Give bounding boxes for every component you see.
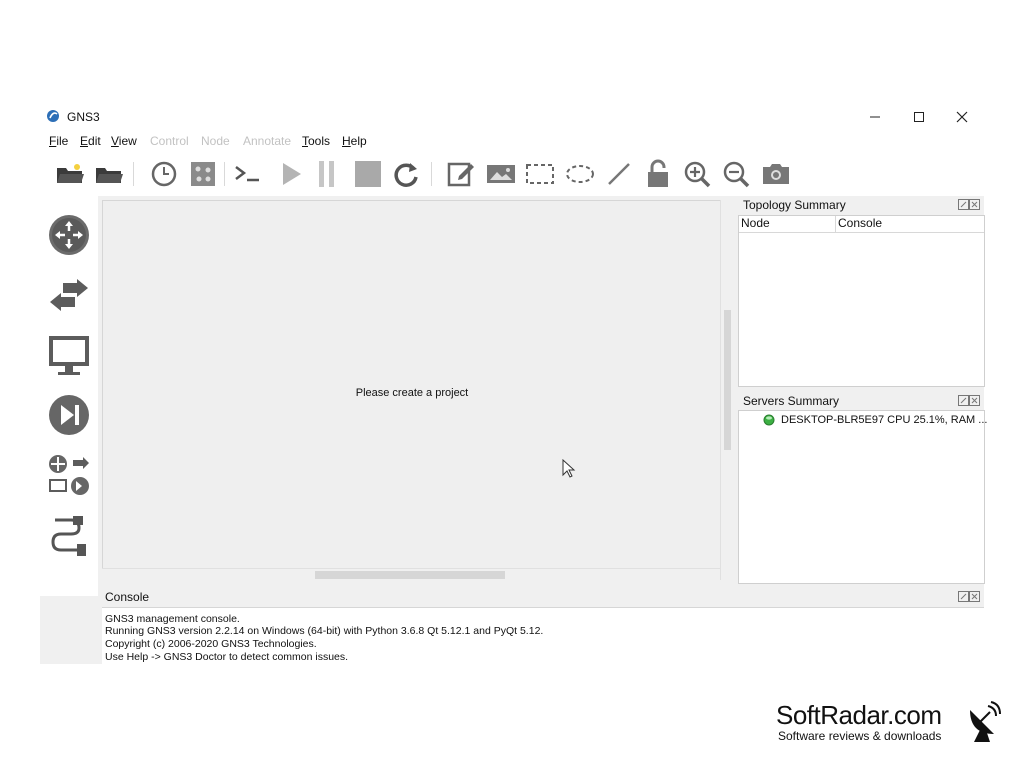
menu-help[interactable]: Help [342,134,367,148]
gns3-window: GNS3 File Edit View Control Node Annotat… [40,104,987,665]
draw-ellipse-button[interactable] [565,160,595,188]
suspend-all-button[interactable] [312,160,342,188]
column-node[interactable]: Node [739,216,836,232]
watermark-brand: SoftRadar.com [776,700,942,730]
all-devices-icon [49,455,89,495]
browse-end-devices-button[interactable] [46,332,92,378]
minimize-icon [870,116,880,118]
zoom-in-icon [684,161,711,188]
browse-routers-button[interactable] [46,212,92,258]
watermark: SoftRadar.com Software reviews & downloa… [776,700,942,743]
mouse-cursor-icon [562,459,576,478]
stop-icon [355,161,381,187]
minimize-button[interactable] [853,104,897,130]
menu-control[interactable]: Control [150,134,189,148]
console-all-button[interactable] [233,160,263,188]
satellite-dish-icon [970,701,1001,742]
open-folder-icon [57,164,84,183]
window-title: GNS3 [67,110,100,124]
server-row[interactable]: DESKTOP-BLR5E97 CPU 25.1%, RAM ... [763,413,987,429]
toolbar [40,152,984,196]
draw-rectangle-icon [526,164,554,184]
menu-view[interactable]: View [111,134,137,148]
draw-line-button[interactable] [604,160,634,188]
servers-summary-panel: DESKTOP-BLR5E97 CPU 25.1%, RAM ... [738,410,987,584]
workspace-canvas[interactable]: Please create a project [102,200,722,576]
maximize-button[interactable] [897,104,941,130]
console-line: GNS3 management console. [105,613,240,625]
console-dock-controls[interactable] [958,591,980,603]
menu-edit[interactable]: Edit [80,134,101,148]
vertical-scroll-thumb[interactable] [724,310,731,450]
column-console[interactable]: Console [836,216,984,232]
browse-security-devices-button[interactable] [46,392,92,438]
close-button[interactable] [940,104,984,130]
title-bar: GNS3 [40,104,984,130]
close-icon [956,111,968,123]
menu-tools[interactable]: Tools [302,134,330,148]
topology-grid-icon [191,162,215,186]
pause-icon [319,161,334,187]
insert-image-icon [487,165,515,183]
zoom-out-button[interactable] [721,160,751,188]
start-all-button[interactable] [276,160,306,188]
servers-dock-controls[interactable] [958,395,980,407]
zoom-out-icon [723,161,750,188]
console-icon [235,166,259,182]
topology-summary-title: Topology Summary [743,198,846,212]
horizontal-scroll-thumb[interactable] [315,571,505,579]
menu-annotate[interactable]: Annotate [243,134,291,148]
stop-all-button[interactable] [353,160,383,188]
console-output[interactable]: GNS3 management console. Running GNS3 ve… [102,607,984,665]
security-device-icon [49,395,89,435]
screenshot-icon [763,164,789,184]
snapshot-clock-icon [151,161,177,187]
snapshot-button[interactable] [149,160,179,188]
watermark-tagline: Software reviews & downloads [778,729,942,743]
draw-ellipse-icon [566,165,594,183]
console-line: Use Help -> GNS3 Doctor to detect common… [105,651,349,663]
switch-icon [50,279,88,311]
maximize-icon [914,112,924,122]
add-note-button[interactable] [446,160,476,188]
end-device-icon [49,336,89,375]
console-line: Running GNS3 version 2.2.14 on Windows (… [105,625,544,637]
open-project-icon [96,168,123,183]
menu-file[interactable]: File [49,134,68,148]
insert-image-button[interactable] [486,160,516,188]
new-project-button[interactable] [55,160,85,188]
browse-all-devices-button[interactable] [46,452,92,498]
reload-all-button[interactable] [391,160,421,188]
lock-icon [648,159,668,187]
server-status-icon [763,414,775,426]
lock-items-button[interactable] [643,159,673,188]
device-toolbar [40,196,98,596]
open-project-button[interactable] [94,160,124,188]
gns3-logo-icon [47,110,59,122]
draw-line-icon [608,163,630,185]
add-link-icon [51,516,86,556]
servers-summary-title: Servers Summary [743,394,840,408]
menu-node[interactable]: Node [201,134,230,148]
zoom-in-button[interactable] [682,160,712,188]
topology-summary-panel: Node Console [738,215,985,387]
add-link-button[interactable] [46,514,92,560]
draw-rectangle-button[interactable] [525,160,555,188]
browse-switches-button[interactable] [46,272,92,318]
canvas-vertical-scrollbar[interactable] [720,200,735,580]
canvas-horizontal-scrollbar[interactable] [102,568,720,581]
start-icon [283,163,301,185]
console-title: Console [105,590,150,604]
topology-dock-controls[interactable] [958,199,980,211]
show-interfaces-button[interactable] [188,160,218,188]
reload-icon [394,163,418,187]
server-label: DESKTOP-BLR5E97 CPU 25.1%, RAM ... [781,414,988,426]
menu-bar: File Edit View Control Node Annotate Too… [40,130,984,152]
console-line: Copyright (c) 2006-2020 GNS3 Technologie… [105,638,317,650]
canvas-message: Please create a project [355,387,469,399]
router-icon [49,215,89,255]
screenshot-button[interactable] [761,160,791,188]
add-note-icon [447,162,474,187]
